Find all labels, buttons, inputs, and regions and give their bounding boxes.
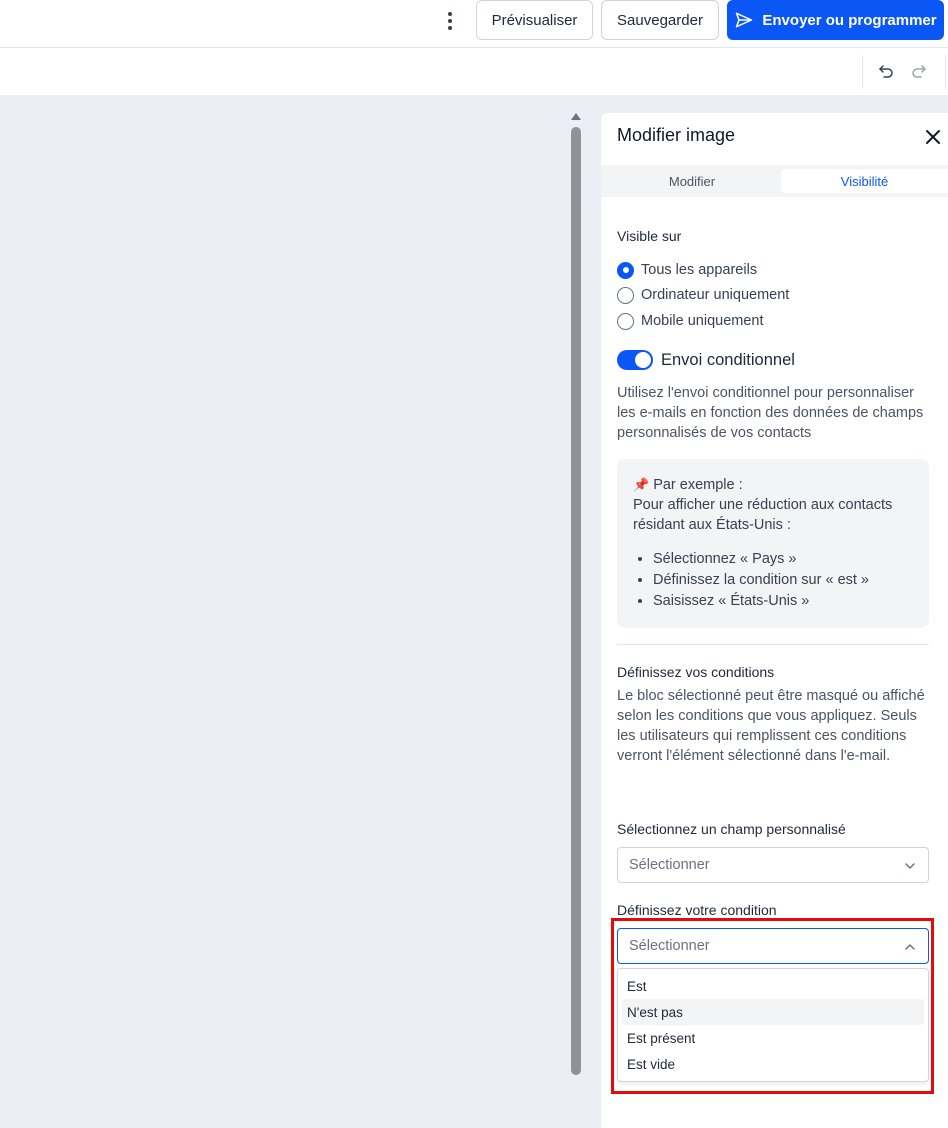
option-est-vide[interactable]: Est vide xyxy=(622,1051,924,1077)
example-steps: Sélectionnez « Pays » Définissez la cond… xyxy=(633,549,913,612)
panel-title: Modifier image xyxy=(617,125,736,145)
list-item: Sélectionnez « Pays » xyxy=(653,549,913,570)
conditional-sending-label: Envoi conditionnel xyxy=(661,350,795,369)
list-item: Définissez la condition sur « est » xyxy=(653,570,913,591)
scroll-up-arrow-icon[interactable] xyxy=(571,113,581,120)
close-icon[interactable] xyxy=(925,129,941,145)
conditions-description: Le bloc sélectionné peut être masqué ou … xyxy=(617,688,925,764)
radio-all-devices[interactable]: Tous les appareils xyxy=(617,260,757,280)
scrollbar-thumb[interactable] xyxy=(571,127,581,1075)
radio-mobile-only[interactable]: Mobile uniquement xyxy=(617,311,764,331)
divider xyxy=(617,644,929,645)
editor-toolbar xyxy=(0,48,948,95)
send-button-label: Envoyer ou programmer xyxy=(762,11,937,29)
conditional-sending-toggle[interactable] xyxy=(617,350,653,370)
email-canvas xyxy=(0,95,569,1128)
example-box: 📌 Par exemple : Pour afficher une réducti… xyxy=(617,459,929,628)
example-text: Pour afficher une réduction aux contacts… xyxy=(633,497,893,533)
custom-field-select[interactable]: Sélectionner xyxy=(617,847,929,883)
more-options-icon[interactable] xyxy=(440,10,460,32)
radio-button[interactable] xyxy=(617,261,634,279)
select-placeholder: Sélectionner xyxy=(629,857,710,873)
send-or-schedule-button[interactable]: Envoyer ou programmer xyxy=(727,0,944,40)
condition-select[interactable]: Sélectionner xyxy=(617,928,929,964)
condition-label: Définissez votre condition xyxy=(617,902,777,918)
list-item: Saisissez « États-Unis » xyxy=(653,591,913,612)
radio-label: Mobile uniquement xyxy=(641,313,764,329)
custom-field-label: Sélectionnez un champ personnalisé xyxy=(617,821,846,837)
radio-desktop-only[interactable]: Ordinateur uniquement xyxy=(617,285,789,305)
option-est-present[interactable]: Est présent xyxy=(622,1025,924,1051)
example-title: Par exemple : xyxy=(653,477,743,493)
conditions-heading: Définissez vos conditions xyxy=(617,664,775,680)
edit-image-panel: Modifier image Modifier Visibilité Visib… xyxy=(601,113,948,1128)
radio-label: Ordinateur uniquement xyxy=(641,287,790,303)
conditional-description: Utilisez l'envoi conditionnel pour perso… xyxy=(617,385,924,441)
radio-label: Tous les appareils xyxy=(641,262,758,278)
chevron-down-icon xyxy=(905,863,915,869)
tab-visibility[interactable]: Visibilité xyxy=(781,169,948,193)
paper-plane-icon xyxy=(736,12,753,28)
radio-button[interactable] xyxy=(617,312,634,330)
redo-icon[interactable] xyxy=(910,62,928,80)
select-placeholder: Sélectionner xyxy=(629,938,710,954)
option-est[interactable]: Est xyxy=(622,973,924,999)
radio-button[interactable] xyxy=(617,286,634,304)
undo-icon[interactable] xyxy=(877,62,895,80)
condition-dropdown-menu: Est N'est pas Est présent Est vide xyxy=(617,968,929,1082)
save-button[interactable]: Sauvegarder xyxy=(601,0,719,40)
chevron-up-icon xyxy=(905,944,915,950)
toolbar-divider xyxy=(862,55,863,89)
pushpin-icon: 📌 xyxy=(633,477,650,492)
conditional-sending-row: Envoi conditionnel xyxy=(617,350,795,370)
option-n-est-pas[interactable]: N'est pas xyxy=(622,999,924,1025)
panel-tabs: Modifier Visibilité xyxy=(601,165,948,197)
toolbar-divider xyxy=(945,55,946,89)
visible-on-label: Visible sur xyxy=(617,228,682,244)
tab-modifier[interactable]: Modifier xyxy=(617,169,767,193)
preview-button[interactable]: Prévisualiser xyxy=(476,0,593,40)
